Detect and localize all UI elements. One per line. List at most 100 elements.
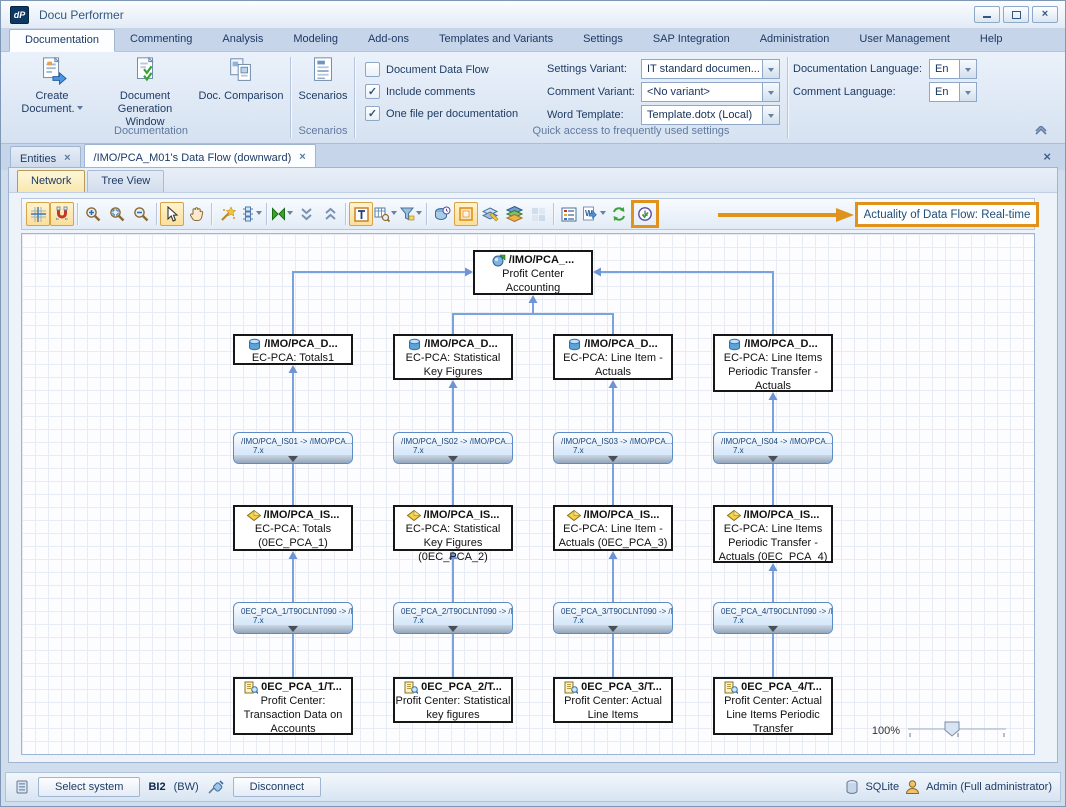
close-tab-icon[interactable]: ×: [64, 153, 70, 164]
export-image-button[interactable]: [430, 202, 454, 226]
zoom-out-button[interactable]: [129, 202, 153, 226]
filter-button[interactable]: [398, 202, 423, 226]
maximize-button[interactable]: [1003, 6, 1029, 23]
expand-triangle-icon[interactable]: [448, 626, 458, 632]
snap-grid-button[interactable]: [26, 202, 50, 226]
settings-variant-select[interactable]: IT standard documen...: [641, 59, 780, 79]
node-cube-2[interactable]: /IMO/PCA_D... EC-PCA: Statistical Key Fi…: [393, 334, 513, 380]
node-profit-center-accounting[interactable]: /IMO/PCA_... Profit Center Accounting: [473, 250, 593, 295]
node-title-text: /IMO/PCA_IS...: [584, 508, 660, 522]
view-tab-tree-view[interactable]: Tree View: [87, 170, 164, 192]
transformation-filter-button[interactable]: [270, 202, 294, 226]
user-label[interactable]: Admin (Full administrator): [926, 781, 1052, 793]
ribbon-tab-modeling[interactable]: Modeling: [278, 29, 353, 51]
node-cube-4[interactable]: /IMO/PCA_D... EC-PCA: Line Items Periodi…: [713, 334, 833, 392]
system-type: (BW): [174, 781, 199, 793]
chevron-down-icon[interactable]: [763, 59, 780, 79]
frame-mode-button[interactable]: [454, 202, 478, 226]
expand-triangle-icon[interactable]: [608, 456, 618, 462]
ribbon-tab-analysis[interactable]: Analysis: [207, 29, 278, 51]
close-document-icon[interactable]: ×: [1043, 149, 1051, 164]
select-system-button[interactable]: Select system: [38, 777, 140, 797]
node-transformation-lower-2[interactable]: 0EC_PCA_2/T90CLNT090 -> /I... 7.x: [393, 602, 513, 634]
node-title: /IMO/PCA_IS...: [555, 508, 671, 522]
document-generation-button[interactable]: Document Generation Window: [97, 55, 193, 129]
node-transformation-upper-3[interactable]: /IMO/PCA_IS03 -> /IMO/PCA... 7.x: [553, 432, 673, 464]
zoom-fit-button[interactable]: [105, 202, 129, 226]
node-transformation-lower-1[interactable]: 0EC_PCA_1/T90CLNT090 -> /I... 7.x: [233, 602, 353, 634]
node-infosource-1[interactable]: /IMO/PCA_IS... EC-PCA: Totals (0EC_PCA_1…: [233, 505, 353, 551]
ribbon-tab-documentation[interactable]: Documentation: [9, 29, 115, 52]
node-datasource-3[interactable]: 0EC_PCA_3/T... Profit Center: Actual Lin…: [553, 677, 673, 723]
expand-triangle-icon[interactable]: [768, 626, 778, 632]
zoom-slider-thumb[interactable]: [945, 722, 959, 736]
chevron-down-icon[interactable]: [763, 82, 780, 102]
doc-comparison-button[interactable]: Doc. Comparison: [195, 55, 287, 103]
ribbon-tab-help[interactable]: Help: [965, 29, 1018, 51]
scenarios-button[interactable]: Scenarios: [295, 55, 351, 103]
layers-button[interactable]: [502, 202, 526, 226]
pan-hand-button[interactable]: [184, 202, 208, 226]
create-document-button[interactable]: Create Document.: [11, 55, 93, 116]
close-tab-icon[interactable]: ×: [299, 152, 305, 163]
expand-triangle-icon[interactable]: [288, 456, 298, 462]
view-tab-network[interactable]: Network: [17, 170, 85, 192]
node-transformation-lower-4[interactable]: 0EC_PCA_4/T90CLNT090 -> /I... 7.x: [713, 602, 833, 634]
ribbon-tab-sap-integration[interactable]: SAP Integration: [638, 29, 745, 51]
system-list-icon[interactable]: [14, 779, 30, 795]
word-export-button[interactable]: W: [581, 202, 607, 226]
refresh-button[interactable]: [607, 202, 631, 226]
checkbox-document-data-flow[interactable]: Document Data Flow: [365, 62, 489, 77]
show-text-button[interactable]: [349, 202, 373, 226]
collapse-ribbon-button[interactable]: [1035, 122, 1047, 140]
node-transformation-lower-3[interactable]: 0EC_PCA_3/T90CLNT090 -> /I... 7.x: [553, 602, 673, 634]
ribbon-tab-add-ons[interactable]: Add-ons: [353, 29, 424, 51]
ribbon-tab-administration[interactable]: Administration: [745, 29, 845, 51]
checkbox-one-file-per-documentation[interactable]: ✓ One file per documentation: [365, 106, 518, 121]
layout-options-button[interactable]: [239, 202, 263, 226]
node-datasource-2[interactable]: 0EC_PCA_2/T... Profit Center: Statistica…: [393, 677, 513, 723]
node-transformation-upper-1[interactable]: /IMO/PCA_IS01 -> /IMO/PCA... 7.x: [233, 432, 353, 464]
zoom-in-button[interactable]: [81, 202, 105, 226]
ribbon-tab-user-management[interactable]: User Management: [844, 29, 965, 51]
magnet-button[interactable]: [50, 202, 74, 226]
expand-triangle-icon[interactable]: [768, 456, 778, 462]
ribbon-tab-commenting[interactable]: Commenting: [115, 29, 207, 51]
node-infosource-2[interactable]: /IMO/PCA_IS... EC-PCA: Statistical Key F…: [393, 505, 513, 551]
expand-triangle-icon[interactable]: [288, 626, 298, 632]
preview-table-button[interactable]: [373, 202, 398, 226]
expand-all-button[interactable]: [318, 202, 342, 226]
disconnect-button[interactable]: Disconnect: [233, 777, 321, 797]
comment-variant-select[interactable]: <No variant>: [641, 82, 780, 102]
ribbon-tab-templates-and-variants[interactable]: Templates and Variants: [424, 29, 568, 51]
collapse-all-button[interactable]: [294, 202, 318, 226]
select-cursor-button[interactable]: [160, 202, 184, 226]
node-cube-3[interactable]: /IMO/PCA_D... EC-PCA: Line Item - Actual…: [553, 334, 673, 380]
ribbon-tab-settings[interactable]: Settings: [568, 29, 638, 51]
actuality-clock-button[interactable]: [631, 200, 659, 228]
minimize-button[interactable]: [974, 6, 1000, 23]
node-datasource-4[interactable]: 0EC_PCA_4/T... Profit Center: Actual Lin…: [713, 677, 833, 735]
node-transformation-upper-2[interactable]: /IMO/PCA_IS02 -> /IMO/PCA... 7.x: [393, 432, 513, 464]
chevron-down-icon[interactable]: [763, 105, 780, 125]
chevron-down-icon[interactable]: [960, 59, 977, 79]
node-infosource-3[interactable]: /IMO/PCA_IS... EC-PCA: Line Item - Actua…: [553, 505, 673, 551]
word-template-select[interactable]: Template.dotx (Local): [641, 105, 780, 125]
checkbox-include-comments[interactable]: ✓ Include comments: [365, 84, 475, 99]
zoom-slider[interactable]: [906, 720, 1010, 742]
comment-language-select[interactable]: En: [929, 82, 977, 102]
node-cube-1[interactable]: /IMO/PCA_D... EC-PCA: Totals1: [233, 334, 353, 365]
node-transformation-upper-4[interactable]: /IMO/PCA_IS04 -> /IMO/PCA... 7.x: [713, 432, 833, 464]
diagram-canvas[interactable]: /IMO/PCA_... Profit Center Accounting/IM…: [21, 233, 1035, 755]
database-label[interactable]: SQLite: [865, 781, 899, 793]
node-datasource-1[interactable]: 0EC_PCA_1/T... Profit Center: Transactio…: [233, 677, 353, 735]
node-infosource-4[interactable]: /IMO/PCA_IS... EC-PCA: Line Items Period…: [713, 505, 833, 563]
legend-button[interactable]: [557, 202, 581, 226]
edit-layers-button[interactable]: [478, 202, 502, 226]
close-button[interactable]: ×: [1032, 6, 1058, 23]
expand-triangle-icon[interactable]: [608, 626, 618, 632]
documentation-language-select[interactable]: En: [929, 59, 977, 79]
chevron-down-icon[interactable]: [960, 82, 977, 102]
auto-layout-button[interactable]: [215, 202, 239, 226]
expand-triangle-icon[interactable]: [448, 456, 458, 462]
